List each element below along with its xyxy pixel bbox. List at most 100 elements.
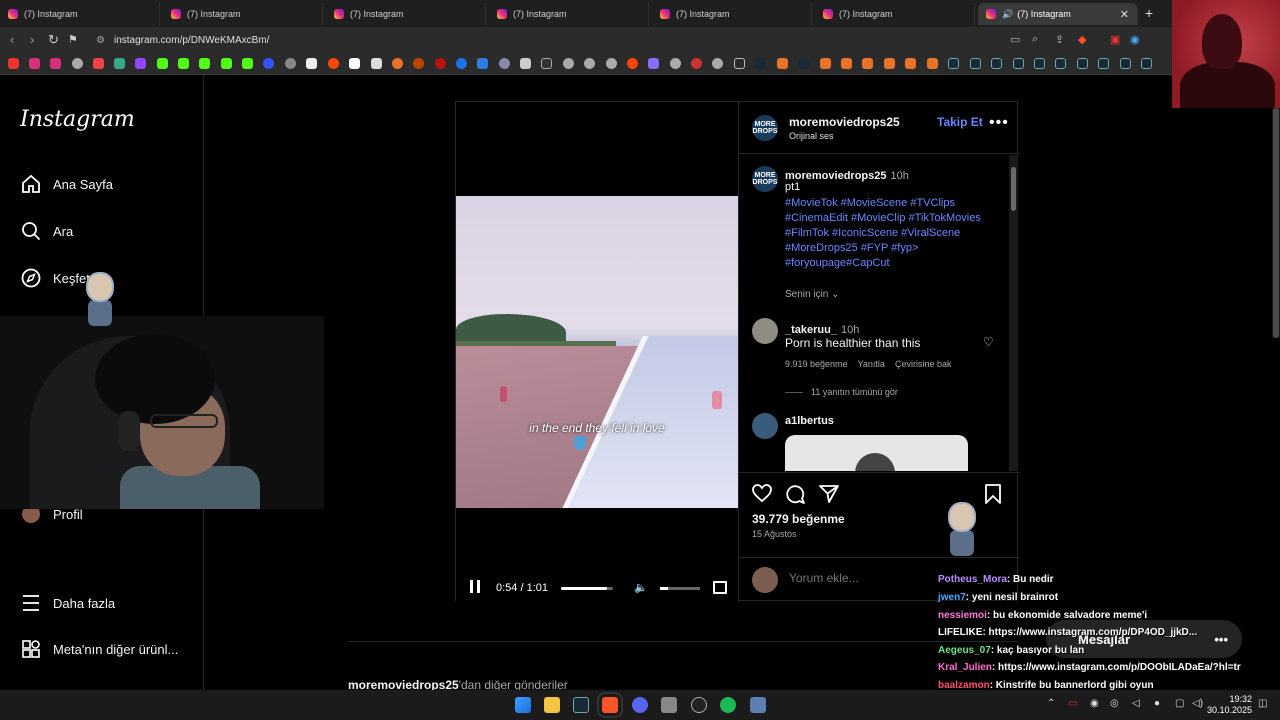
bookmark-icon[interactable]: [862, 58, 873, 69]
back-button[interactable]: ‹: [10, 32, 14, 47]
nav-home[interactable]: Ana Sayfa: [20, 173, 113, 195]
site-settings-icon[interactable]: ⚙: [96, 35, 105, 46]
tray-icon[interactable]: ◉: [1090, 698, 1099, 709]
bookmark-icon[interactable]: [29, 58, 40, 69]
browser-tab[interactable]: (7) Instagram: [652, 3, 812, 25]
comment-icon[interactable]: [785, 484, 805, 509]
hashtag-line[interactable]: #FilmTok #IconicScene #ViralScene: [785, 226, 1010, 241]
save-icon[interactable]: [985, 484, 1001, 509]
app-icon[interactable]: [750, 697, 766, 713]
bookmark-icon[interactable]: [392, 58, 403, 69]
bookmark-icon[interactable]: [178, 58, 189, 69]
bookmark-icon[interactable]: [413, 58, 424, 69]
start-icon[interactable]: [515, 697, 531, 713]
comments-scrollbar[interactable]: [1009, 155, 1018, 471]
bookmark-icon[interactable]: [371, 58, 382, 69]
bookmark-icon[interactable]: [563, 58, 574, 69]
bookmark-icon[interactable]: [242, 58, 253, 69]
hashtag-line[interactable]: #foryoupage#CapCut: [785, 256, 1010, 271]
scrollbar-thumb[interactable]: [1273, 108, 1279, 338]
steam-icon[interactable]: [1141, 58, 1152, 69]
steam-icon[interactable]: [1098, 58, 1109, 69]
bookmark-icon[interactable]: [499, 58, 510, 69]
page-scrollbar[interactable]: [1272, 108, 1280, 338]
commenter-avatar[interactable]: [752, 318, 778, 344]
bookmark-icon[interactable]: [221, 58, 232, 69]
nav-explore[interactable]: Keşfet: [20, 267, 90, 289]
tray-icon[interactable]: ▭: [1068, 698, 1077, 709]
zoom-icon[interactable]: ⌕: [1032, 33, 1038, 46]
bookmark-icon[interactable]: [93, 58, 104, 69]
bookmark-icon[interactable]: [285, 58, 296, 69]
commenter-avatar[interactable]: [752, 413, 778, 439]
speaker-icon[interactable]: 🔊: [1002, 9, 1013, 20]
scrollbar-thumb[interactable]: [1011, 167, 1016, 211]
steam-icon[interactable]: [573, 697, 589, 713]
audio-label[interactable]: Orijinal ses: [789, 131, 834, 141]
bookmark-icon[interactable]: [477, 58, 488, 69]
bookmark-icon[interactable]: [712, 58, 723, 69]
hashtag-line[interactable]: #MoreDrops25 #FYP #fyp>: [785, 241, 1010, 256]
bookmark-icon[interactable]: [777, 58, 788, 69]
reddit-icon[interactable]: [328, 58, 339, 69]
bookmark-icon[interactable]: [157, 58, 168, 69]
discord-icon[interactable]: [632, 697, 648, 713]
steam-tray-icon[interactable]: ◎: [1110, 698, 1119, 709]
brave-shield-icon[interactable]: ◆: [1078, 33, 1086, 46]
browser-tab[interactable]: (7) Instagram: [163, 3, 323, 25]
share-icon[interactable]: [819, 484, 839, 508]
reload-button[interactable]: ↻: [48, 32, 59, 48]
author-avatar[interactable]: MORE DROPS: [752, 166, 778, 192]
bookmark-icon[interactable]: [691, 58, 702, 69]
bookmark-icon[interactable]: [927, 58, 938, 69]
steam-icon[interactable]: [1055, 58, 1066, 69]
comment-username[interactable]: _takeruu_: [785, 324, 837, 336]
steam-icon[interactable]: [948, 58, 959, 69]
pause-icon[interactable]: [470, 580, 480, 593]
heart-icon[interactable]: ♡: [983, 335, 994, 349]
steam-icon[interactable]: [970, 58, 981, 69]
app-icon[interactable]: [691, 697, 707, 713]
view-replies[interactable]: 11 yanıtın tümünü gör: [785, 387, 898, 397]
browser-tab[interactable]: (7) Instagram: [326, 3, 486, 25]
file-explorer-icon[interactable]: [544, 697, 560, 713]
spotify-icon[interactable]: [720, 697, 736, 713]
author-avatar[interactable]: MORE DROPS: [752, 115, 778, 141]
video-player[interactable]: in the end they fell in love 0:54 / 1:01…: [456, 102, 738, 602]
nav-meta[interactable]: Meta'nın diğer ürünl...: [20, 638, 178, 660]
video-progress-bar[interactable]: [561, 587, 613, 590]
app-icon[interactable]: [661, 697, 677, 713]
steam-icon[interactable]: [1077, 58, 1088, 69]
bookmark-icon[interactable]: [841, 58, 852, 69]
bookmark-icon[interactable]: [606, 58, 617, 69]
bookmark-icon[interactable]: [263, 58, 274, 69]
bookmark-icon[interactable]: [670, 58, 681, 69]
microphone-icon[interactable]: ●: [1154, 698, 1160, 709]
steam-icon[interactable]: [1013, 58, 1024, 69]
browser-tab[interactable]: (7) Instagram: [0, 3, 160, 25]
url-field[interactable]: ⚙ instagram.com/p/DNWeKMAxcBm/: [88, 30, 1088, 50]
more-options-icon[interactable]: •••: [989, 114, 1009, 132]
speaker-icon[interactable]: ◁: [1132, 698, 1140, 709]
bookmark-icon[interactable]: [584, 58, 595, 69]
translation-toggle[interactable]: Senin için ⌄: [785, 289, 840, 300]
translate-button[interactable]: Çevirisine bak: [895, 359, 952, 369]
comment-likes[interactable]: 9.919 beğenme: [785, 359, 848, 369]
likes-count[interactable]: 39.779 beğenme: [752, 512, 845, 526]
volume-slider[interactable]: [660, 587, 700, 590]
nav-search[interactable]: Ara: [20, 220, 73, 242]
bookmark-icon[interactable]: [456, 58, 467, 69]
bookmark-icon[interactable]: ⚑: [68, 33, 78, 46]
bookmark-icon[interactable]: [199, 58, 210, 69]
chevron-up-icon[interactable]: ⌃: [1047, 698, 1055, 709]
share-icon[interactable]: ⇪: [1055, 33, 1064, 46]
bookmark-icon[interactable]: [820, 58, 831, 69]
author-username[interactable]: moremoviedrops25: [789, 115, 900, 129]
bookmark-icon[interactable]: [8, 58, 19, 69]
bookmark-icon[interactable]: [72, 58, 83, 69]
comment-image[interactable]: [785, 435, 968, 471]
steam-icon[interactable]: [1034, 58, 1045, 69]
bookmark-icon[interactable]: [349, 58, 360, 69]
network-icon[interactable]: ▢: [1175, 698, 1184, 709]
steam-icon[interactable]: [798, 58, 809, 69]
